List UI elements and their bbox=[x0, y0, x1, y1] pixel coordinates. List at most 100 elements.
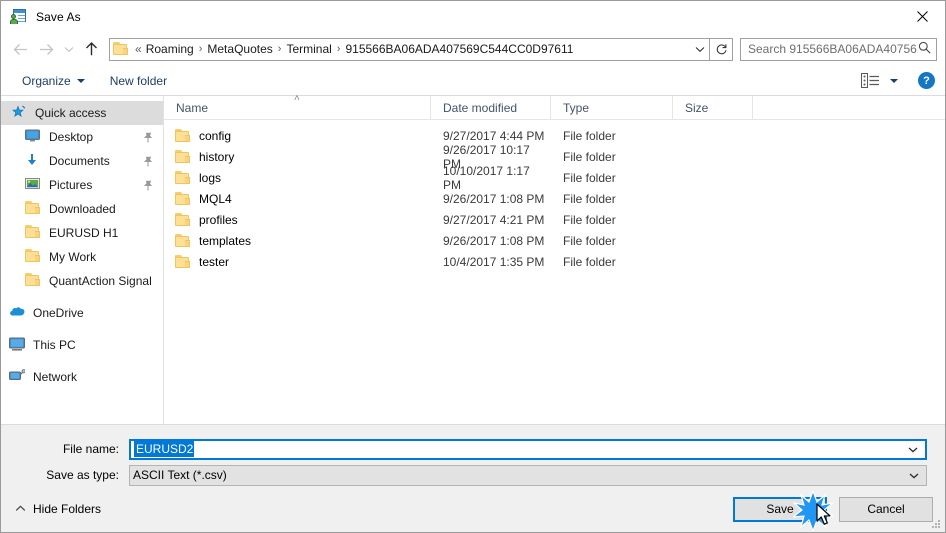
sidebar-item-eurusd-h1[interactable]: EURUSD H1 bbox=[1, 221, 163, 245]
chevron-right-icon: › bbox=[336, 43, 341, 55]
folder-icon bbox=[175, 150, 191, 163]
resize-grip-icon[interactable] bbox=[931, 519, 941, 529]
folder-icon bbox=[175, 129, 191, 142]
column-label: Date modified bbox=[443, 100, 518, 115]
hide-folders-button[interactable]: Hide Folders bbox=[15, 502, 101, 516]
file-name-cell: logs bbox=[164, 171, 431, 185]
chevron-right-icon: › bbox=[198, 43, 203, 55]
refresh-icon[interactable] bbox=[710, 37, 733, 61]
folder-icon bbox=[25, 201, 43, 217]
sidebar-item-label: EURUSD H1 bbox=[49, 226, 119, 240]
column-label: Size bbox=[685, 100, 709, 115]
onedrive-cloud-icon bbox=[9, 305, 27, 321]
file-date: 9/27/2017 4:21 PM bbox=[443, 212, 545, 227]
sidebar-item-this-pc[interactable]: This PC bbox=[1, 333, 163, 357]
cancel-button[interactable]: Cancel bbox=[839, 496, 933, 522]
table-row[interactable]: profiles 9/27/2017 4:21 PM File folder bbox=[164, 209, 945, 230]
breadcrumb-item-terminal[interactable]: Terminal bbox=[286, 42, 331, 56]
sidebar-item-downloaded[interactable]: Downloaded bbox=[1, 197, 163, 221]
address-bar[interactable]: « Roaming › MetaQuotes › Terminal › 9155… bbox=[109, 37, 710, 61]
breadcrumb-item-terminal-id[interactable]: 915566BA06ADA407569C544CC0D97611 bbox=[345, 42, 573, 56]
file-name-value: EURUSD2 bbox=[134, 441, 195, 457]
save-as-type-select[interactable]: ASCII Text (*.csv) bbox=[129, 464, 927, 486]
save-as-icon bbox=[10, 8, 27, 25]
save-as-type-row: Save as type: ASCII Text (*.csv) bbox=[19, 464, 927, 486]
folder-icon bbox=[25, 273, 43, 289]
pin-icon[interactable] bbox=[143, 180, 153, 194]
pictures-icon bbox=[25, 177, 43, 193]
sidebar-item-pictures[interactable]: Pictures bbox=[1, 173, 163, 197]
file-name: MQL4 bbox=[199, 191, 232, 206]
sidebar-item-label: Downloaded bbox=[49, 202, 116, 216]
close-icon[interactable] bbox=[899, 1, 945, 31]
sidebar-item-network[interactable]: Network bbox=[1, 365, 163, 389]
table-row[interactable]: MQL4 9/26/2017 1:08 PM File folder bbox=[164, 188, 945, 209]
table-row[interactable]: tester 10/4/2017 1:35 PM File folder bbox=[164, 251, 945, 272]
organize-button[interactable]: Organize bbox=[15, 71, 92, 91]
chevron-down-icon[interactable] bbox=[690, 39, 709, 60]
column-header-type[interactable]: Type bbox=[551, 96, 673, 119]
up-arrow-icon[interactable] bbox=[78, 36, 104, 62]
search-input[interactable]: Search 915566BA06ADA40756... bbox=[740, 37, 937, 61]
breadcrumb-item-metaquotes[interactable]: MetaQuotes bbox=[207, 42, 272, 56]
sidebar-item-desktop[interactable]: Desktop bbox=[1, 125, 163, 149]
save-as-type-label: Save as type: bbox=[46, 468, 119, 482]
chevron-down-icon[interactable] bbox=[909, 468, 919, 482]
file-name-row: File name: EURUSD2 bbox=[19, 438, 927, 460]
table-row[interactable]: history 9/26/2017 10:17 PM File folder bbox=[164, 143, 945, 171]
new-folder-button[interactable]: New folder bbox=[103, 71, 174, 91]
save-button[interactable]: Save bbox=[733, 496, 827, 522]
column-header-date-modified[interactable]: Date modified bbox=[431, 96, 551, 119]
table-row[interactable]: config 9/27/2017 4:44 PM File folder bbox=[164, 125, 945, 146]
sidebar-item-my-work[interactable]: My Work bbox=[1, 245, 163, 269]
file-name: profiles bbox=[199, 212, 238, 227]
chevron-down-icon[interactable] bbox=[908, 442, 918, 456]
hide-folders-label: Hide Folders bbox=[33, 502, 102, 516]
dialog-body: Quick access Desktop Documents Pictures … bbox=[1, 93, 945, 424]
file-name-input[interactable]: EURUSD2 bbox=[129, 438, 927, 460]
search-icon[interactable] bbox=[918, 41, 931, 57]
file-name-cell: history bbox=[164, 150, 431, 164]
search-placeholder: Search 915566BA06ADA40756... bbox=[748, 42, 918, 56]
star-pin-icon bbox=[11, 105, 29, 121]
file-name-cell: MQL4 bbox=[164, 192, 431, 206]
sidebar-item-quick-access[interactable]: Quick access bbox=[1, 101, 163, 125]
file-type: File folder bbox=[563, 170, 616, 185]
sidebar-item-quantaction-signal[interactable]: QuantAction Signal bbox=[1, 269, 163, 293]
help-button[interactable]: ? bbox=[918, 72, 935, 89]
window-title: Save As bbox=[36, 9, 81, 24]
forward-arrow-icon[interactable] bbox=[33, 36, 59, 62]
chevron-down-icon bbox=[76, 78, 85, 83]
new-folder-label: New folder bbox=[109, 73, 168, 88]
breadcrumb-item-roaming[interactable]: Roaming bbox=[146, 42, 194, 56]
file-type: File folder bbox=[563, 149, 616, 164]
back-arrow-icon[interactable] bbox=[7, 36, 33, 62]
title-bar: Save As bbox=[1, 1, 945, 32]
recent-locations-chevron-icon[interactable] bbox=[59, 36, 78, 62]
folder-icon bbox=[175, 255, 191, 268]
pin-icon[interactable] bbox=[143, 156, 153, 170]
navigation-bar: « Roaming › MetaQuotes › Terminal › 9155… bbox=[1, 32, 945, 66]
dialog-footer: Hide Folders Save Cancel bbox=[1, 486, 945, 532]
sidebar-item-documents[interactable]: Documents bbox=[1, 149, 163, 173]
table-row[interactable]: templates 9/26/2017 1:08 PM File folder bbox=[164, 230, 945, 251]
save-as-type-value: ASCII Text (*.csv) bbox=[133, 468, 227, 482]
chevron-right-icon: › bbox=[277, 43, 282, 55]
sidebar-item-label: This PC bbox=[33, 338, 76, 352]
view-mode-button[interactable] bbox=[854, 70, 905, 91]
folder-icon bbox=[175, 234, 191, 247]
breadcrumb-overflow-icon[interactable]: « bbox=[132, 42, 146, 56]
file-name: logs bbox=[199, 170, 222, 185]
pin-icon[interactable] bbox=[143, 132, 153, 146]
file-type: File folder bbox=[563, 212, 616, 227]
this-pc-icon bbox=[9, 337, 27, 353]
file-name-cell: config bbox=[164, 129, 431, 143]
file-name-cell: templates bbox=[164, 234, 431, 248]
column-header-size[interactable]: Size bbox=[673, 96, 753, 119]
folder-icon bbox=[175, 171, 191, 184]
sidebar-item-onedrive[interactable]: OneDrive bbox=[1, 301, 163, 325]
column-header-name[interactable]: Name ˄ bbox=[164, 93, 431, 119]
sidebar-item-label: Pictures bbox=[49, 178, 93, 192]
file-date: 9/26/2017 1:08 PM bbox=[443, 233, 545, 248]
table-row[interactable]: logs 10/10/2017 1:17 PM File folder bbox=[164, 164, 945, 192]
